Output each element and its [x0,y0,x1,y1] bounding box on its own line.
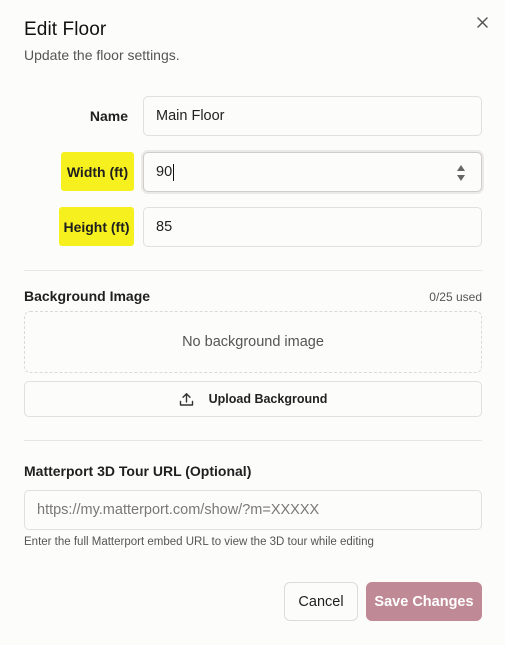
upload-background-label: Upload Background [208,392,328,406]
upload-icon [179,392,193,406]
matterport-help-text: Enter the full Matterport embed URL to v… [24,536,374,548]
close-icon [476,16,488,28]
width-input[interactable]: 90 [143,152,482,192]
background-section-title: Background Image [24,288,151,304]
empty-background-text: No background image [182,334,324,350]
edit-floor-dialog: Edit Floor Update the floor settings. Na… [0,0,505,645]
matterport-url-placeholder: https://my.matterport.com/show/?m=XXXXX [37,502,320,518]
background-dropzone[interactable]: No background image [24,311,482,373]
height-input-value: 85 [156,219,173,235]
height-label: Height (ft) [59,207,134,246]
save-changes-button[interactable]: Save Changes [366,582,482,621]
height-input[interactable]: 85 [143,207,482,247]
upload-background-button[interactable]: Upload Background [24,381,482,417]
spinner-arrows-icon[interactable] [455,163,467,183]
background-usage-count: 0/25 used [429,290,482,304]
name-input-value: Main Floor [156,108,225,124]
width-label-text: Width (ft) [66,163,129,180]
width-label: Width (ft) [61,152,134,191]
text-caret [173,163,175,181]
dialog-subtitle: Update the floor settings. [24,47,180,63]
width-input-value: 90 [156,164,173,180]
name-label: Name [89,108,128,124]
height-label-text: Height (ft) [63,218,130,235]
name-input[interactable]: Main Floor [143,96,482,136]
matterport-url-input[interactable]: https://my.matterport.com/show/?m=XXXXX [24,490,482,530]
close-button[interactable] [471,11,493,33]
section-divider [24,440,482,441]
matterport-section-title: Matterport 3D Tour URL (Optional) [24,463,252,479]
dialog-title: Edit Floor [24,19,107,40]
section-divider [24,270,482,271]
cancel-button[interactable]: Cancel [284,582,358,621]
